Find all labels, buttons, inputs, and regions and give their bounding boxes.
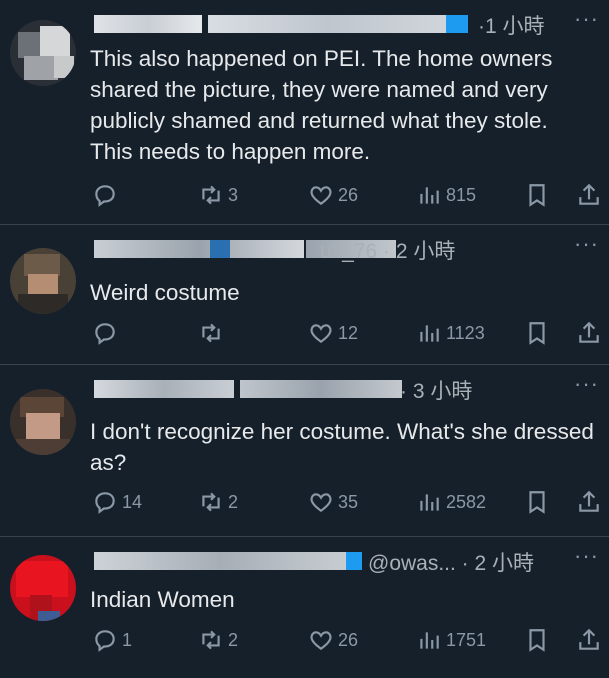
more-options-icon[interactable]: ···	[574, 231, 599, 257]
retweet-button[interactable]: 2	[198, 625, 238, 655]
share-button[interactable]	[576, 318, 602, 348]
views-count: 1123	[446, 322, 485, 343]
like-button[interactable]: 26	[308, 180, 358, 210]
bookmark-icon	[529, 629, 545, 652]
retweet-button[interactable]	[198, 318, 228, 348]
tweet-header: @owas... · 2 小時 ···	[90, 543, 609, 575]
more-options-icon[interactable]: ···	[574, 371, 599, 397]
bookmark-icon	[529, 491, 545, 514]
share-button[interactable]	[576, 487, 602, 517]
views-button[interactable]: 1751	[416, 625, 486, 655]
verified-badge-blur	[446, 15, 468, 33]
like-count: 12	[338, 322, 359, 343]
action-bar: 14 2 35 2582	[90, 487, 609, 517]
avatar[interactable]	[10, 248, 76, 314]
bookmark-icon	[529, 184, 545, 207]
username-blur	[210, 240, 230, 258]
timestamp: ·1 小時	[478, 15, 545, 38]
retweet-icon	[202, 323, 220, 343]
like-icon	[310, 493, 332, 512]
reply-count: 14	[122, 491, 143, 512]
retweet-count: 3	[228, 184, 239, 205]
views-icon	[420, 632, 439, 649]
like-icon	[310, 631, 332, 650]
share-button[interactable]	[576, 180, 602, 210]
tweet-header: ufi_76 · 2 小時 ···	[90, 231, 609, 263]
action-bar: 3 26 815	[90, 180, 609, 210]
reply-tweet[interactable]: · 3 小時 ··· I don't recognize her costume…	[0, 365, 609, 537]
views-button[interactable]: 815	[416, 180, 476, 210]
views-button[interactable]: 2582	[416, 487, 486, 517]
like-icon	[310, 324, 332, 343]
reply-button[interactable]	[92, 180, 122, 210]
more-options-icon[interactable]: ···	[574, 543, 599, 569]
like-button[interactable]: 12	[308, 318, 358, 348]
tweet-text: This also happened on PEI. The home owne…	[90, 46, 553, 164]
reply-tweet[interactable]: ·1 小時 ··· This also happened on PEI. The…	[0, 0, 609, 225]
action-bar: 1 2 26 1751	[90, 625, 609, 655]
retweet-icon	[202, 492, 220, 512]
display-name-blur	[94, 552, 346, 570]
bookmark-button[interactable]	[524, 625, 550, 655]
share-icon	[579, 183, 599, 205]
reply-icon	[95, 185, 115, 207]
bookmark-button[interactable]	[524, 318, 550, 348]
tweet-text: Weird costume	[90, 280, 240, 305]
share-icon	[579, 321, 599, 343]
share-icon	[579, 628, 599, 650]
timestamp: ufi_76 · 2 小時	[320, 240, 456, 263]
username-blur	[94, 15, 202, 33]
share-icon	[579, 490, 599, 512]
reply-icon	[95, 630, 115, 652]
reply-count: 1	[122, 629, 133, 650]
display-name-blur	[208, 15, 448, 33]
bookmark-icon	[529, 322, 545, 345]
bookmark-button[interactable]	[524, 180, 550, 210]
verified-badge-blur	[346, 552, 362, 570]
more-options-icon[interactable]: ···	[574, 6, 599, 32]
avatar[interactable]	[10, 20, 76, 86]
share-button[interactable]	[576, 625, 602, 655]
handle-blur	[240, 380, 402, 398]
retweet-icon	[202, 630, 220, 650]
retweet-button[interactable]: 2	[198, 487, 238, 517]
tweet-text: Indian Women	[90, 587, 235, 612]
retweet-icon	[202, 185, 220, 205]
display-name-blur	[94, 380, 234, 398]
action-bar: 12 1123	[90, 318, 609, 348]
reply-icon	[95, 323, 115, 345]
timestamp: · 3 小時	[400, 380, 473, 403]
tweet-header: ·1 小時 ···	[90, 6, 609, 38]
like-button[interactable]: 26	[308, 625, 358, 655]
bookmark-button[interactable]	[524, 487, 550, 517]
views-icon	[420, 494, 439, 511]
reply-tweet[interactable]: @owas... · 2 小時 ··· Indian Women 1 2 26 …	[0, 537, 609, 678]
tweet-text: I don't recognize her costume. What's sh…	[90, 419, 594, 475]
timestamp: @owas... · 2 小時	[368, 552, 535, 575]
like-button[interactable]: 35	[308, 487, 358, 517]
views-count: 2582	[446, 491, 487, 512]
views-icon	[420, 187, 439, 204]
avatar[interactable]	[10, 555, 76, 621]
like-count: 26	[338, 629, 359, 650]
like-count: 35	[338, 491, 359, 512]
views-count: 815	[446, 184, 477, 205]
views-count: 1751	[446, 629, 487, 650]
like-count: 26	[338, 184, 359, 205]
like-icon	[310, 186, 332, 205]
reply-button[interactable]: 1	[92, 625, 132, 655]
reply-tweet[interactable]: ufi_76 · 2 小時 ··· Weird costume 12 1123	[0, 225, 609, 365]
avatar[interactable]	[10, 389, 76, 455]
display-name-blur	[94, 240, 304, 258]
views-icon	[420, 325, 439, 342]
retweet-button[interactable]: 3	[198, 180, 238, 210]
reply-icon	[95, 492, 115, 514]
retweet-count: 2	[228, 629, 239, 650]
reply-button[interactable]	[92, 318, 122, 348]
reply-button[interactable]: 14	[92, 487, 142, 517]
views-button[interactable]: 1123	[416, 318, 485, 348]
tweet-header: · 3 小時 ···	[90, 371, 609, 403]
retweet-count: 2	[228, 491, 239, 512]
